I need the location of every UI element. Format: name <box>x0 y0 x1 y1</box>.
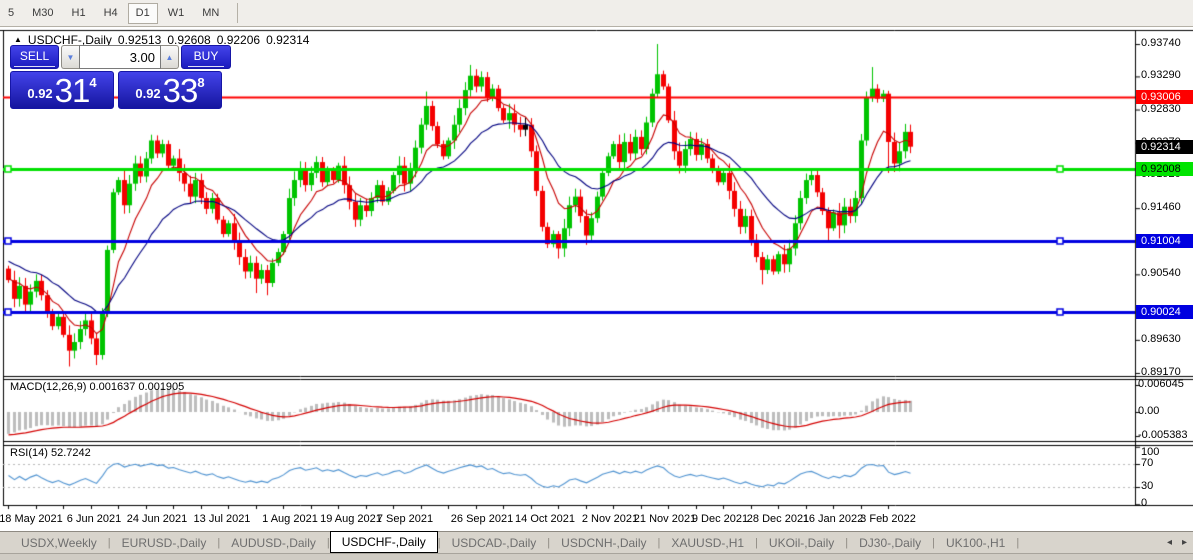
time-axis-label: 7 Sep 2021 <box>363 513 447 525</box>
one-click-trading-panel: SELL ▼ ▲ BUY 0.92 31 4 0.92 33 8 <box>10 45 222 109</box>
chart-tab-dj30-daily[interactable]: DJ30-,Daily <box>848 534 932 552</box>
chart-tab-audusd-daily[interactable]: AUDUSD-,Daily <box>220 534 327 552</box>
timeframe-button-d1[interactable]: D1 <box>128 3 158 24</box>
price-level-badge: 0.92314 <box>1136 140 1193 154</box>
time-axis-label: 3 Feb 2022 <box>846 513 930 525</box>
volume-decrease-button[interactable]: ▼ <box>61 45 79 69</box>
tab-scroll-arrows: ◂ ▸ <box>1167 536 1187 550</box>
volume-stepper: ▼ ▲ <box>61 45 179 69</box>
timeframe-button-h1[interactable]: H1 <box>64 3 94 24</box>
chart-tab-eurusd-daily[interactable]: EURUSD-,Daily <box>111 534 218 552</box>
chart-tab-ukoil-daily[interactable]: UKOil-,Daily <box>758 534 845 552</box>
price-level-badge: 0.92008 <box>1136 162 1193 176</box>
sell-price-pips: 31 <box>55 77 90 105</box>
price-axis-tick: 0.90540 <box>1141 267 1181 279</box>
chart-tab-uk100-h1[interactable]: UK100-,H1 <box>935 534 1016 552</box>
chart-tab-usdcad-daily[interactable]: USDCAD-,Daily <box>441 534 548 552</box>
volume-increase-button[interactable]: ▲ <box>161 45 179 69</box>
macd-indicator-label: MACD(12,26,9) 0.001637 0.001905 <box>10 381 184 393</box>
price-level-badge: 0.93006 <box>1136 90 1193 104</box>
timeframe-button-m30[interactable]: M30 <box>24 3 61 24</box>
tab-scroll-right-icon[interactable]: ▸ <box>1182 536 1187 550</box>
buy-price-button[interactable]: 0.92 33 8 <box>118 71 222 109</box>
macd-axis-tick: 0.00 <box>1138 405 1159 417</box>
timeframe-button-mn[interactable]: MN <box>194 3 227 24</box>
sell-price-button[interactable]: 0.92 31 4 <box>10 71 114 109</box>
ohlc-close: 0.92314 <box>266 33 309 47</box>
sell-price-point: 4 <box>89 75 96 90</box>
price-level-badge: 0.90024 <box>1136 305 1193 319</box>
chart-tab-bar: USDX,Weekly|EURUSD-,Daily|AUDUSD-,Daily|… <box>0 531 1193 553</box>
rsi-axis-tick: 0 <box>1141 497 1147 509</box>
chart-tab-usdcnh-daily[interactable]: USDCNH-,Daily <box>550 534 657 552</box>
sell-price-prefix: 0.92 <box>27 86 52 101</box>
volume-input[interactable] <box>79 45 161 69</box>
tab-separator: | <box>1016 537 1019 549</box>
price-axis-tick: 0.93290 <box>1141 69 1181 81</box>
price-axis-tick: 0.89630 <box>1141 333 1181 345</box>
sell-button-label: SELL <box>14 49 55 67</box>
timeframe-button-5[interactable]: 5 <box>0 3 22 24</box>
timeframe-button-w1[interactable]: W1 <box>160 3 193 24</box>
chevron-up-icon: ▲ <box>166 53 174 62</box>
buy-button[interactable]: BUY <box>181 45 231 69</box>
rsi-axis-tick: 30 <box>1141 480 1153 492</box>
chevron-down-icon: ▼ <box>67 53 75 62</box>
price-axis-tick: 0.92830 <box>1141 103 1181 115</box>
timeframe-toolbar: 5M30H1H4D1W1MN <box>0 0 1193 27</box>
tab-scroll-left-icon[interactable]: ◂ <box>1167 536 1172 550</box>
chart-tab-usdx-weekly[interactable]: USDX,Weekly <box>10 534 108 552</box>
buy-price-pips: 33 <box>163 77 198 105</box>
price-axis-tick: 0.91460 <box>1141 201 1181 213</box>
toolbar-separator <box>237 3 238 23</box>
buy-button-label: BUY <box>188 49 225 67</box>
chart-tab-xauusd-h1[interactable]: XAUUSD-,H1 <box>660 534 755 552</box>
price-level-badge: 0.91004 <box>1136 234 1193 248</box>
sell-button[interactable]: SELL <box>10 45 59 69</box>
macd-axis-tick: -0.005383 <box>1138 429 1188 441</box>
chart-tab-usdchf-daily[interactable]: USDCHF-,Daily <box>330 531 438 553</box>
timeframe-button-h4[interactable]: H4 <box>96 3 126 24</box>
price-axis-tick: 0.89170 <box>1141 366 1181 378</box>
rsi-indicator-label: RSI(14) 52.7242 <box>10 447 91 459</box>
macd-axis-tick: 0.006045 <box>1138 378 1184 390</box>
rsi-axis-tick: 70 <box>1141 457 1153 469</box>
buy-price-prefix: 0.92 <box>135 86 160 101</box>
price-axis-tick: 0.93740 <box>1141 37 1181 49</box>
buy-price-point: 8 <box>197 75 204 90</box>
